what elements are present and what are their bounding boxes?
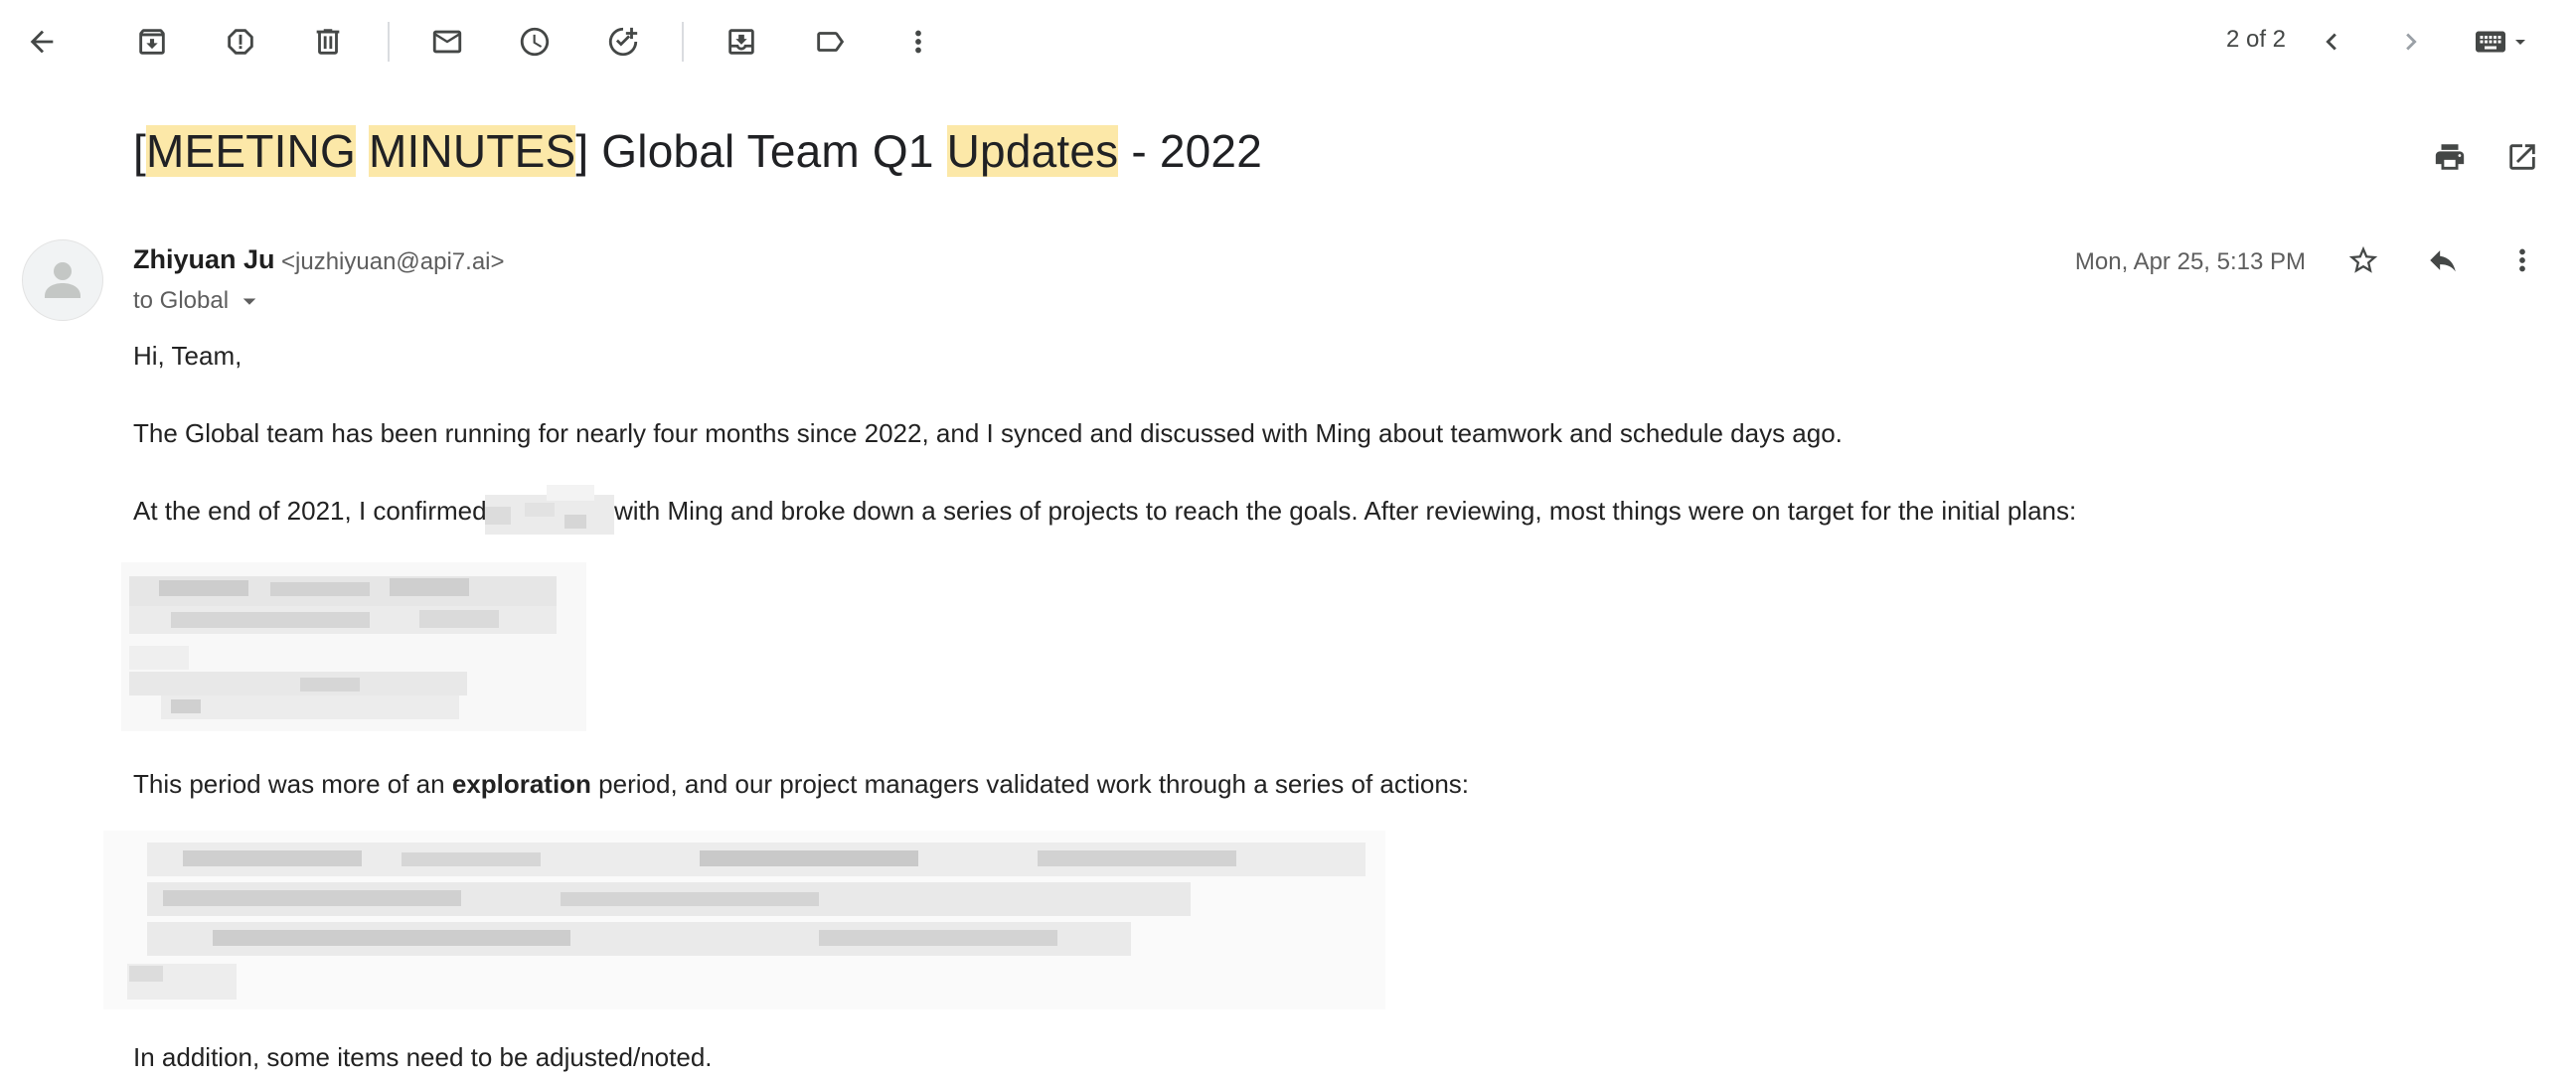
delete-icon[interactable]: [298, 12, 358, 72]
newer-chevron-icon[interactable]: [2302, 12, 2361, 72]
message-date: Mon, Apr 25, 5:13 PM: [2074, 248, 2306, 275]
message-counter: 2 of 2: [2225, 26, 2286, 53]
recipients-label: to Global: [133, 287, 230, 314]
body-paragraph: The Global team has been running for nea…: [133, 418, 1843, 448]
mark-unread-icon[interactable]: [417, 12, 477, 72]
sender-email: <juzhiyuan@api7.ai>: [281, 248, 505, 275]
move-to-icon[interactable]: [712, 12, 771, 72]
body-paragraph: This period was more of an exploration p…: [133, 769, 1470, 799]
redacted-list-block: [121, 562, 586, 731]
keyboard-icon[interactable]: [2463, 12, 2542, 72]
toolbar-divider: [388, 22, 390, 62]
back-arrow-icon[interactable]: [12, 12, 72, 72]
star-icon[interactable]: [2334, 231, 2393, 290]
snooze-icon[interactable]: [505, 12, 564, 72]
body-paragraph: At the end of 2021, I confirmed: [133, 496, 487, 526]
more-vertical-icon[interactable]: [888, 12, 948, 72]
body-paragraph: In addition, some items need to be adjus…: [133, 1042, 713, 1072]
print-icon[interactable]: [2420, 127, 2480, 187]
avatar[interactable]: [22, 239, 103, 321]
sender-name[interactable]: Zhiyuan Ju: [133, 244, 275, 275]
greeting-text: Hi, Team,: [133, 341, 242, 371]
chevron-down-icon: [2515, 40, 2525, 45]
open-in-new-window-icon[interactable]: [2493, 127, 2552, 187]
toolbar-divider: [682, 22, 684, 62]
message-more-icon[interactable]: [2493, 231, 2552, 290]
chevron-down-icon[interactable]: [235, 286, 264, 316]
person-icon: [45, 262, 80, 298]
archive-icon[interactable]: [122, 12, 182, 72]
add-to-tasks-icon[interactable]: [593, 12, 653, 72]
email-subject: [MEETING MINUTES] Global Team Q1 Updates…: [133, 125, 1262, 177]
redacted-inline-text: [485, 485, 614, 537]
reply-icon[interactable]: [2413, 231, 2473, 290]
report-spam-icon[interactable]: [211, 12, 270, 72]
body-paragraph: with Ming and broke down a series of pro…: [614, 496, 2077, 526]
older-chevron-icon[interactable]: [2381, 12, 2441, 72]
recipients-toggle[interactable]: to Global: [133, 286, 264, 316]
redacted-list-block: [103, 831, 1385, 1009]
label-icon[interactable]: [800, 12, 860, 72]
